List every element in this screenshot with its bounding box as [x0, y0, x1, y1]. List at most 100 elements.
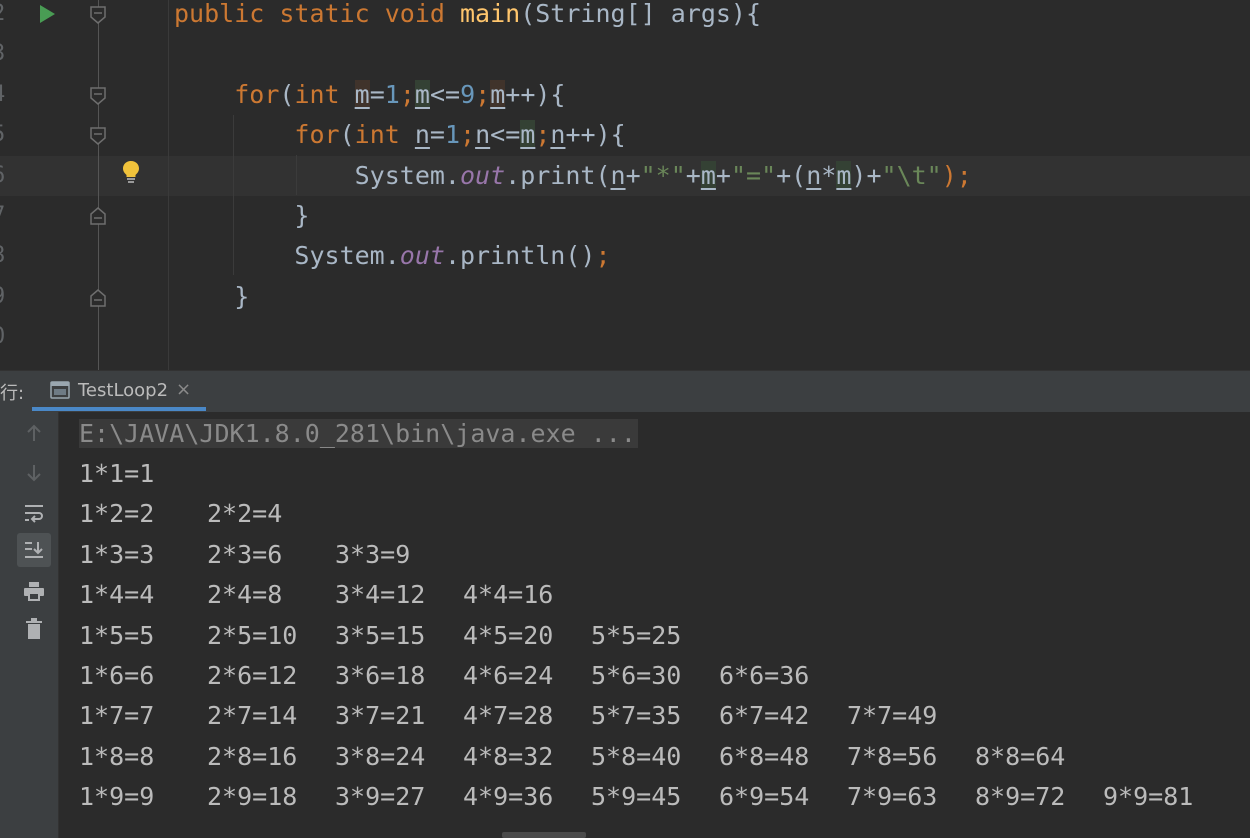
code-token: ; [399, 79, 415, 109]
code-line: System.out.print(n+"*"+m+"="+(n*m)+"\t")… [174, 156, 972, 196]
product-entry: 2*2=4 [207, 499, 283, 529]
tab-testloop2[interactable]: TestLoop2 × [32, 371, 206, 411]
arrow-up-icon [27, 424, 41, 441]
product-entry: 3*6=18 [335, 661, 426, 690]
fold-open-icon[interactable] [90, 6, 106, 24]
product-entry: 5*9=45 [591, 782, 682, 812]
code-token: ; [535, 120, 551, 150]
code-token: + [625, 160, 641, 190]
code-line: for(int m=1;m<=9;m++){ [174, 75, 565, 115]
code-token: <= [490, 120, 521, 150]
code-token: .print( [505, 160, 611, 190]
code-token: n [610, 160, 626, 190]
code-token: 1 [444, 120, 461, 150]
console-output[interactable]: E:\JAVA\JDK1.8.0_281\bin\java.exe ... 1*… [59, 412, 1250, 838]
horizontal-scrollbar[interactable] [502, 832, 586, 838]
product-entry: 3*4=12 [335, 580, 426, 610]
lightbulb-icon[interactable] [121, 160, 141, 184]
line-number: 8 [0, 236, 12, 276]
product-entry: 4*6=24 [463, 661, 554, 690]
product-entry: 5*5=25 [591, 620, 682, 650]
product-entry: 1*7=7 [79, 701, 155, 731]
product-entry: 1*6=6 [79, 661, 155, 690]
code-token: out [459, 160, 506, 190]
code-token: int [354, 120, 415, 150]
soft-wrap-button[interactable] [17, 496, 51, 530]
code-token: } [174, 201, 310, 230]
code-token: ; [460, 120, 476, 150]
code-token: n [806, 160, 822, 190]
product-entry: 7*8=56 [847, 741, 938, 771]
console-line: 1*4=4 2*4=8 3*4=12 4*4=16 [79, 575, 591, 615]
run-main-icon[interactable] [38, 4, 56, 24]
product-entry: 1*2=2 [79, 499, 155, 529]
run-label: 行: [0, 383, 25, 404]
console-line: 1*5=5 2*5=10 3*5=15 4*5=20 5*5=25 [79, 616, 719, 656]
line-number: 5 [0, 115, 12, 155]
fold-close-icon[interactable] [90, 207, 106, 225]
code-token: ++){ [565, 120, 626, 150]
product-entry: 1*5=5 [79, 620, 155, 650]
scroll-up-button[interactable] [17, 416, 51, 450]
code-token: .println() [444, 241, 596, 271]
code-token: int [294, 79, 355, 109]
code-token: + [685, 160, 701, 190]
scroll-to-end-button[interactable] [17, 533, 51, 567]
code-token: for [294, 120, 340, 150]
scroll-to-end-icon [25, 542, 43, 558]
code-token: ( [339, 120, 355, 150]
print-button[interactable] [17, 574, 51, 608]
code-token: } [174, 281, 250, 311]
code-token: ; [475, 79, 491, 109]
code-token: "=" [730, 160, 777, 190]
fold-open-icon[interactable] [90, 127, 106, 145]
console-toolbar [12, 412, 59, 838]
active-tab-indicator [32, 407, 206, 411]
code-token: (String[] args){ [520, 0, 762, 28]
code-token: n [550, 120, 566, 150]
console-line: 1*6=6 2*6=12 3*6=18 4*6=24 5*6=30 6*6=36 [79, 656, 847, 696]
line-number-gutter: 234567890 [0, 0, 14, 370]
console-line: 1*9=9 2*9=18 3*9=27 4*9=36 5*9=45 6*9=54 7*9=6… [79, 777, 1231, 817]
product-entry: 5*6=30 [591, 661, 682, 690]
fold-close-icon[interactable] [90, 289, 106, 307]
product-entry: 3*5=15 [335, 620, 426, 650]
code-token: )+ [851, 160, 882, 190]
console-tab-icon [50, 381, 70, 399]
code-token: <= [429, 79, 461, 109]
code-token: n [475, 120, 491, 150]
product-entry: 8*8=64 [975, 741, 1066, 771]
code-token: ); [941, 160, 972, 190]
console-line: 1*3=3 2*3=6 3*3=9 [79, 535, 463, 575]
line-number: 0 [0, 317, 12, 357]
console-command-line: E:\JAVA\JDK1.8.0_281\bin\java.exe ... [79, 414, 638, 454]
product-entry: 7*9=63 [847, 782, 938, 812]
product-entry: 6*7=42 [719, 701, 810, 731]
run-tool-header: 行: TestLoop2 × [0, 370, 1250, 414]
line-number: 6 [0, 156, 12, 196]
product-entry: 5*7=35 [591, 701, 682, 731]
product-entry: 2*6=12 [207, 661, 298, 690]
code-token: 1 [384, 79, 400, 109]
clear-all-button[interactable] [17, 612, 51, 646]
console-line: 1*8=8 2*8=16 3*8=24 4*8=32 5*8=40 6*8=48 7*8=5… [79, 737, 1103, 777]
close-icon[interactable]: × [176, 379, 191, 400]
product-entry: 2*8=16 [207, 741, 298, 771]
line-number: 3 [0, 34, 12, 74]
code-token: + [715, 160, 731, 190]
code-token: ; [595, 241, 611, 271]
product-entry: 5*8=40 [591, 741, 682, 771]
code-editor[interactable]: 234567890 public static void main(String… [0, 0, 1250, 370]
code-token: ( [279, 79, 295, 109]
product-entry: 7*7=49 [847, 701, 938, 731]
product-entry: 2*4=8 [207, 580, 283, 610]
code-token: System. [174, 241, 400, 271]
product-entry: 3*9=27 [335, 782, 426, 812]
product-entry: 1*4=4 [79, 580, 155, 610]
product-entry: 4*8=32 [463, 741, 554, 771]
fold-open-icon[interactable] [90, 87, 106, 105]
line-number: 4 [0, 75, 12, 115]
scroll-down-button[interactable] [17, 456, 51, 490]
